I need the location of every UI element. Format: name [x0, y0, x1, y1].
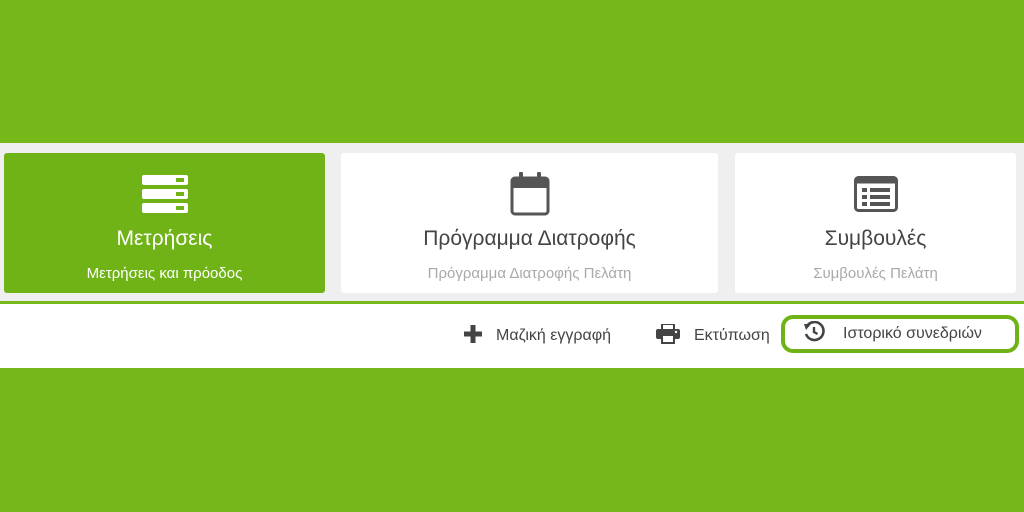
- history-label: Ιστορικό συνεδριών: [843, 325, 982, 342]
- card-advice[interactable]: Συμβουλές Συμβουλές Πελάτη: [735, 153, 1016, 293]
- card-subtitle: Συμβουλές Πελάτη: [813, 265, 938, 282]
- calendar-icon: [510, 172, 550, 216]
- card-title: Πρόγραμμα Διατροφής: [423, 227, 636, 250]
- card-row: Μετρήσεις Μετρήσεις και πρόοδος Πρόγραμμ…: [0, 143, 1024, 303]
- print-label: Εκτύπωση: [694, 327, 770, 344]
- print-button[interactable]: Εκτύπωση: [656, 322, 770, 350]
- card-title: Συμβουλές: [824, 227, 927, 250]
- bulk-entry-label: Μαζική εγγραφή: [496, 327, 611, 344]
- card-measurements[interactable]: Μετρήσεις Μετρήσεις και πρόοδος: [4, 153, 325, 293]
- card-subtitle: Πρόγραμμα Διατροφής Πελάτη: [427, 265, 632, 282]
- list-card-icon: [853, 173, 898, 215]
- bulk-entry-button[interactable]: Μαζική εγγραφή: [464, 322, 611, 350]
- history-icon: [803, 320, 825, 348]
- content-panel: Μετρήσεις Μετρήσεις και πρόοδος Πρόγραμμ…: [0, 143, 1024, 368]
- plus-icon: [464, 324, 482, 348]
- server-stack-icon: [141, 173, 188, 215]
- session-history-button[interactable]: Ιστορικό συνεδριών: [781, 315, 1019, 353]
- action-toolbar: Μαζική εγγραφή Εκτύπωση Ιστορικό συνεδρι…: [0, 304, 1024, 368]
- printer-icon: [656, 322, 680, 349]
- card-subtitle: Μετρήσεις και πρόοδος: [86, 265, 243, 282]
- card-diet-program[interactable]: Πρόγραμμα Διατροφής Πρόγραμμα Διατροφής …: [341, 153, 718, 293]
- card-title: Μετρήσεις: [116, 227, 213, 250]
